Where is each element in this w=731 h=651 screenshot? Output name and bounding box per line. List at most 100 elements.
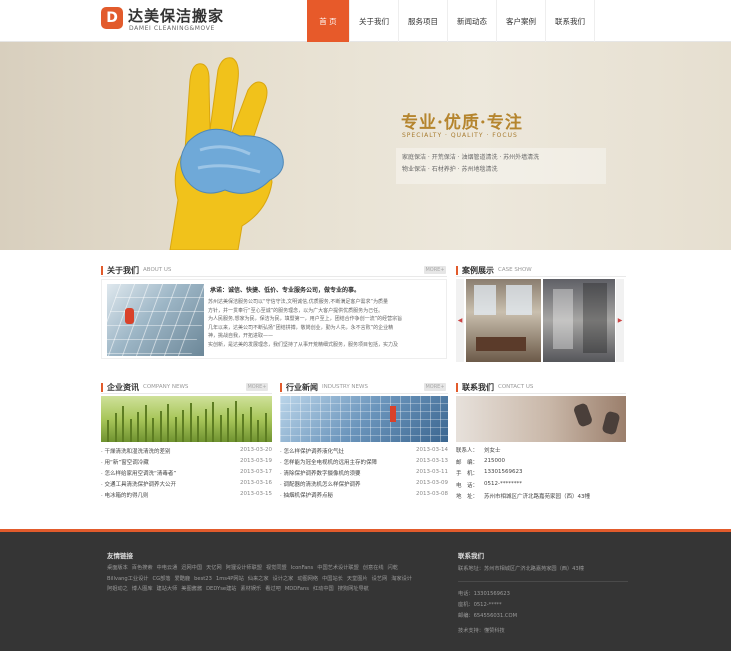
news-title: · 干燥清洗和湿洗清洗的差别 xyxy=(101,449,171,455)
window-shape xyxy=(506,285,532,315)
news-item[interactable]: · 抽烟机保护调养点秘 2013-03-08 xyxy=(280,489,448,500)
case-next-button[interactable]: ▶ xyxy=(616,279,624,362)
friend-link[interactable]: 天堂图片 xyxy=(347,576,368,582)
wheat-stalk xyxy=(129,419,132,442)
wheat-stalk xyxy=(122,406,124,442)
friend-link[interactable]: 中国艺术设计联盟 xyxy=(317,565,359,571)
building-windows xyxy=(280,396,448,442)
wheat-stalk xyxy=(249,407,252,442)
news-date: 2013-03-13 xyxy=(416,458,448,464)
logo-title: 达美保洁搬家 xyxy=(128,7,225,25)
friend-link[interactable]: 博人图库 xyxy=(132,586,153,592)
company-news-heading: 企业资讯 COMPANY NEWS xyxy=(101,381,188,393)
friend-link[interactable]: 天亿网 xyxy=(206,565,222,571)
friend-links-title: 友情链接 xyxy=(107,552,133,560)
industry-news-more-link[interactable]: MORE+ xyxy=(424,383,446,391)
nav-news[interactable]: 新闻动态 xyxy=(448,0,497,42)
nav-contact[interactable]: 联系我们 xyxy=(546,0,595,42)
site-logo[interactable]: D 达美保洁搬家 DAMEI CLEANING&MOVE xyxy=(101,5,281,37)
wheat-stalk xyxy=(264,413,267,442)
friend-link[interactable]: 设计之家 xyxy=(273,576,294,582)
contact-label: 手 机： xyxy=(456,471,479,477)
heading-bar xyxy=(280,382,282,392)
friend-link[interactable]: 美图酱酱 xyxy=(181,586,202,592)
contact-value: 苏州市相城区广济北路嘉苑家园（西）43幢 xyxy=(484,494,590,500)
screen-shape xyxy=(583,283,607,353)
friend-link[interactable]: best23 xyxy=(194,576,212,582)
friend-link[interactable]: 中国站长 xyxy=(322,576,343,582)
about-more-link[interactable]: MORE+ xyxy=(424,266,446,274)
services-line: 物业保洁 · 石材养护 · 苏州地毯清洗 xyxy=(402,166,498,173)
nav-about[interactable]: 关于我们 xyxy=(350,0,399,42)
case-image-lobby[interactable] xyxy=(543,279,615,362)
news-item[interactable]: · 用“新”窗空调冷藏 2013-03-19 xyxy=(101,456,272,467)
friend-link[interactable]: 素材娱乐 xyxy=(240,586,261,592)
friend-link[interactable]: 看过吧 xyxy=(265,586,281,592)
logo-icon: D xyxy=(101,7,123,29)
nav-services[interactable]: 服务项目 xyxy=(399,0,448,42)
friend-link[interactable]: 阿姐动之 xyxy=(107,586,128,592)
friend-link[interactable]: 视觉同盟 xyxy=(266,565,287,571)
about-line: 苏州达美保洁服务公司以“守信守法,文明诚信,优质服务,不断满足客户需求”为质量 xyxy=(208,299,388,305)
about-panel: 承诺：诚信、快捷、低价、专业服务公司，做专业的事。 苏州达美保洁服务公司以“守信… xyxy=(101,279,447,359)
news-item[interactable]: · 怎么样保护调养液化气灶 2013-03-14 xyxy=(280,445,448,456)
wheat-stalk xyxy=(257,420,259,442)
contact-label: 电 话： xyxy=(456,482,479,489)
about-line: 实创新，是达美的发展理念，我们坚持了从事开荒精细式服务，服务项目包括，实力及 xyxy=(208,341,399,348)
news-date: 2013-03-16 xyxy=(240,480,272,486)
news-item[interactable]: · 电冰箱的的得几则 2013-03-15 xyxy=(101,489,272,500)
friend-link[interactable]: 爱酷鹿 xyxy=(175,576,191,582)
news-item[interactable]: · 交通工具清洗保护调养大公开 2013-03-16 xyxy=(101,478,272,489)
friend-link[interactable]: 搜狗网址导航 xyxy=(338,586,369,592)
contact-row: 联系人： 刘女士 xyxy=(456,446,631,458)
friend-link[interactable]: 百色搜索 xyxy=(132,565,153,571)
case-image-office[interactable] xyxy=(466,279,541,362)
friend-link[interactable]: 仙来之家 xyxy=(248,576,269,582)
wheat-stalk xyxy=(144,405,147,442)
nav-cases[interactable]: 客户案例 xyxy=(497,0,546,42)
contact-value: 215000 xyxy=(484,457,505,464)
industry-news-title: 行业新闻 xyxy=(286,382,318,392)
friend-link[interactable]: 动图网络 xyxy=(297,576,318,582)
news-item[interactable]: · 干燥清洗和湿洗清洗的差别 2013-03-20 xyxy=(101,445,272,456)
wheat-stalk xyxy=(182,410,184,442)
news-date: 2013-03-19 xyxy=(240,458,272,464)
friend-link[interactable]: DEDYse建站 xyxy=(206,586,236,592)
friend-link[interactable]: 建站大师 xyxy=(157,586,178,592)
friend-link[interactable]: 桌面版本 xyxy=(107,565,128,571)
company-news-more-link[interactable]: MORE+ xyxy=(246,383,268,391)
friend-link[interactable]: 闪乾 xyxy=(388,565,398,571)
wheat-stalk xyxy=(197,416,199,442)
news-item[interactable]: · 调配器的清洗机怎么样保护调养 2013-03-09 xyxy=(280,478,448,489)
friend-link[interactable]: MDDFans xyxy=(285,586,309,592)
industry-news-heading: 行业新闻 INDUSTRY NEWS xyxy=(280,381,368,393)
friend-link[interactable]: 阿狸设计师联盟 xyxy=(226,565,262,571)
friend-link[interactable]: 红动中国 xyxy=(313,586,334,592)
contact-info: 联系人： 刘女士 邮 编： 215000 手 机： 13301569623 电 话： 0… xyxy=(456,446,631,504)
friend-link[interactable]: 淘家设计 xyxy=(391,576,412,582)
friend-link[interactable]: IconFans xyxy=(291,565,314,571)
friend-link[interactable]: 迅网中国 xyxy=(181,565,202,571)
news-item[interactable]: · 清除保护调养数字摄像机的须要 2013-03-11 xyxy=(280,467,448,478)
friend-links: 桌面版本 百色搜索 中电云通 迅网中国 天亿网 阿狸设计师联盟 视觉同盟 IconFans 中国… xyxy=(107,563,417,595)
section-divider xyxy=(456,393,626,394)
news-date: 2013-03-17 xyxy=(240,469,272,475)
friend-link[interactable]: Billvang工业设计 xyxy=(107,576,148,582)
footer-email: 邮编：654556031.COM xyxy=(458,613,518,619)
wheat-stalk xyxy=(204,409,207,442)
friend-link[interactable]: 设艺网 xyxy=(372,576,388,582)
friend-link[interactable]: 创意在线 xyxy=(363,565,384,571)
case-prev-button[interactable]: ◀ xyxy=(456,279,464,362)
friend-link[interactable]: CG部落 xyxy=(152,576,170,582)
news-item[interactable]: · 怎样能为冠全电视机的远用主存的保障 2013-03-13 xyxy=(280,456,448,467)
contact-label: 邮 编： xyxy=(456,459,479,466)
section-divider xyxy=(101,276,447,277)
main-nav: 首 页 关于我们 服务项目 新闻动态 客户案例 联系我们 xyxy=(307,0,595,42)
friend-link[interactable]: 中电云通 xyxy=(157,565,178,571)
company-news-title: 企业资讯 xyxy=(107,382,139,392)
nav-home[interactable]: 首 页 xyxy=(307,0,350,42)
news-item[interactable]: · 怎么样给家用空调洗“清毒者” 2013-03-17 xyxy=(101,467,272,478)
friend-link[interactable]: 1ms4P网站 xyxy=(216,576,244,582)
contact-label: 地 址： xyxy=(456,494,479,500)
worker-figure xyxy=(390,406,396,422)
